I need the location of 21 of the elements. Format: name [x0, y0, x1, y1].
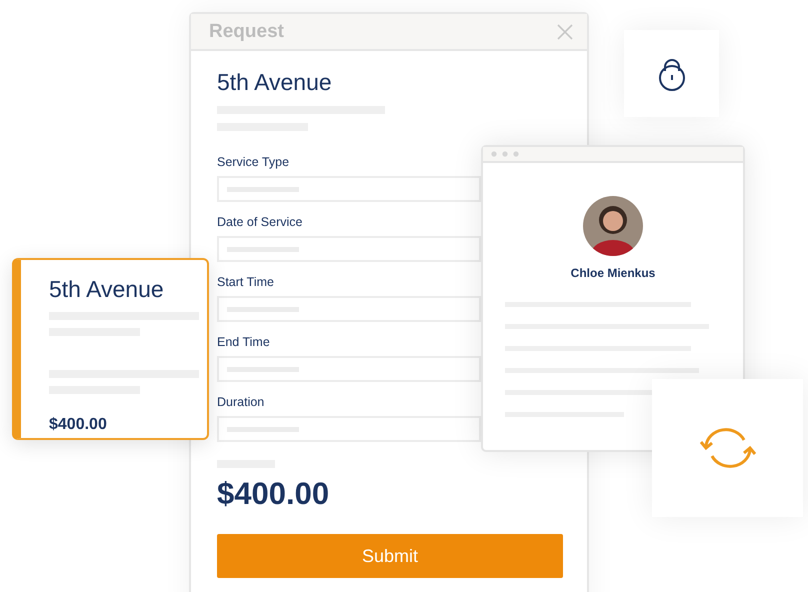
field-label: Date of Service — [217, 215, 302, 229]
input-field[interactable] — [217, 236, 481, 262]
card-title: 5th Avenue — [49, 276, 165, 303]
input-field[interactable] — [217, 416, 481, 442]
input-field[interactable] — [217, 296, 481, 322]
input-field[interactable] — [217, 176, 481, 202]
field-label: End Time — [217, 335, 270, 349]
window-dots-icon — [491, 151, 521, 157]
close-icon[interactable] — [557, 24, 573, 40]
total-price: $400.00 — [217, 476, 330, 512]
profile-name: Chloe Mienkus — [570, 266, 656, 280]
field-label: Service Type — [217, 155, 290, 169]
window-title: Request — [209, 20, 284, 42]
sync-icon — [698, 426, 758, 470]
card-price: $400.00 — [49, 416, 108, 434]
location-heading: 5th Avenue — [217, 69, 333, 96]
submit-button[interactable]: Submit — [217, 534, 563, 578]
field-label: Duration — [217, 395, 264, 409]
lock-icon — [656, 56, 686, 90]
field-label: Start Time — [217, 275, 274, 289]
input-field[interactable] — [217, 356, 481, 382]
